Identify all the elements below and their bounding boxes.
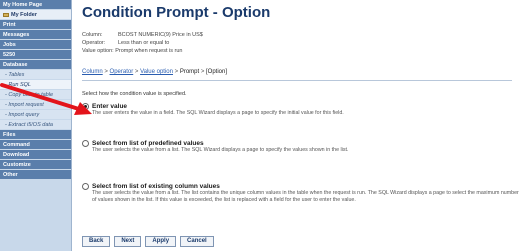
- nav-5250[interactable]: 5250: [0, 50, 71, 60]
- info-value-option-label: Value option:: [82, 48, 114, 54]
- nav-files[interactable]: Files: [0, 130, 71, 140]
- divider: [82, 80, 512, 81]
- nav-copy-data-to-table[interactable]: - Copy data to table: [0, 90, 71, 100]
- nav-download[interactable]: Download: [0, 150, 71, 160]
- predefined-values-label[interactable]: Select from list of predefined values: [92, 140, 204, 147]
- nav-my-folder-label: My Folder: [11, 12, 37, 18]
- option-enter-value-head: Enter value: [82, 103, 522, 110]
- folder-icon: [3, 12, 9, 17]
- nav-database[interactable]: Database: [0, 60, 71, 70]
- info-column-value: BCOST NUMERIC(9) Price in US$: [118, 32, 203, 38]
- info-operator-label: Operator:: [82, 40, 106, 46]
- info-value-option-value: Prompt when request is run: [115, 48, 183, 54]
- nav-my-home-page[interactable]: My Home Page: [0, 0, 71, 10]
- option-enter-value: Enter value The user enters the value in…: [82, 103, 522, 117]
- nav-print[interactable]: Print: [0, 20, 71, 30]
- back-button[interactable]: Back: [82, 236, 111, 247]
- breadcrumb-column-link[interactable]: Column: [82, 69, 103, 75]
- info-column-row: Column: BCOST NUMERIC(9) Price in US$: [82, 31, 203, 39]
- nav-import-request[interactable]: - Import request: [0, 100, 71, 110]
- breadcrumb-separator: >: [172, 69, 180, 75]
- predefined-values-radio[interactable]: [82, 140, 89, 147]
- predefined-values-description: The user selects the value from a list. …: [92, 147, 349, 153]
- nav-other[interactable]: Other: [0, 170, 71, 180]
- option-existing-column-values-head: Select from list of existing column valu…: [82, 183, 522, 190]
- breadcrumb-current-option: [Option]: [206, 69, 228, 75]
- enter-value-radio[interactable]: [82, 103, 89, 110]
- breadcrumb-separator: >: [102, 69, 110, 75]
- option-existing-column-values: Select from list of existing column valu…: [82, 183, 522, 204]
- nav-my-folder[interactable]: My Folder: [0, 10, 71, 20]
- nav-messages[interactable]: Messages: [0, 30, 71, 40]
- cancel-button[interactable]: Cancel: [180, 236, 214, 247]
- page-title: Condition Prompt - Option: [82, 4, 271, 21]
- breadcrumb-operator-link[interactable]: Operator: [110, 69, 134, 75]
- info-value-option-row: Value option: Prompt when request is run: [82, 47, 203, 55]
- breadcrumb-value-option-link[interactable]: Value option: [140, 69, 173, 75]
- breadcrumb-separator: >: [199, 69, 207, 75]
- info-column-label: Column:: [82, 32, 103, 38]
- next-button[interactable]: Next: [114, 236, 142, 247]
- sidebar-nav: My Home Page My Folder Print Messages Jo…: [0, 0, 72, 251]
- breadcrumb-prompt: Prompt: [179, 69, 200, 75]
- info-operator-value: Less than or equal to: [118, 40, 170, 46]
- nav-jobs[interactable]: Jobs: [0, 40, 71, 50]
- apply-button[interactable]: Apply: [145, 236, 177, 247]
- nav-run-sql[interactable]: - Run SQL: [0, 80, 71, 90]
- main-content: Condition Prompt - Option Column: BCOST N…: [80, 0, 524, 251]
- existing-column-values-label[interactable]: Select from list of existing column valu…: [92, 183, 220, 190]
- existing-column-values-description: The user selects the value from a list. …: [92, 190, 519, 203]
- nav-command[interactable]: Command: [0, 140, 71, 150]
- nav-tables[interactable]: - Tables: [0, 70, 71, 80]
- existing-column-values-radio[interactable]: [82, 183, 89, 190]
- option-predefined-values: Select from list of predefined values Th…: [82, 140, 522, 154]
- condition-info: Column: BCOST NUMERIC(9) Price in US$ Ope…: [82, 31, 203, 55]
- nav-extract-data[interactable]: - Extract i5/OS data: [0, 120, 71, 130]
- enter-value-label[interactable]: Enter value: [92, 103, 127, 110]
- info-operator-row: Operator: Less than or equal to: [82, 39, 203, 47]
- nav-import-query[interactable]: - Import query: [0, 110, 71, 120]
- nav-customize[interactable]: Customize: [0, 160, 71, 170]
- breadcrumb: Column > Operator > Value option > Promp…: [82, 69, 227, 75]
- button-bar: Back Next Apply Cancel: [82, 236, 214, 247]
- instruction-text: Select how the condition value is specif…: [82, 91, 187, 97]
- option-predefined-values-head: Select from list of predefined values: [82, 140, 522, 147]
- enter-value-description: The user enters the value in a field. Th…: [92, 110, 344, 116]
